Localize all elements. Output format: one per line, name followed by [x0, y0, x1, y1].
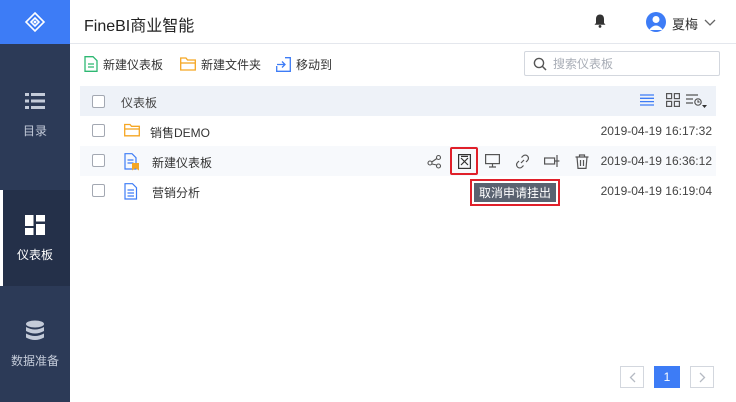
next-page-button[interactable] — [690, 366, 714, 388]
move-to-button[interactable]: 移动到 — [276, 56, 332, 72]
avatar[interactable] — [646, 12, 666, 32]
dashboard-pending-icon — [124, 153, 140, 174]
share-icon[interactable] — [426, 153, 442, 169]
move-to-label: 移动到 — [296, 57, 333, 72]
list-view-icon[interactable] — [640, 93, 654, 110]
tooltip: 取消申请挂出 — [470, 179, 560, 206]
sidebar-item-catalog[interactable]: 目录 — [0, 66, 70, 162]
grid-view-icon[interactable] — [666, 93, 680, 110]
dashboard-icon — [24, 214, 46, 236]
new-folder-label: 新建文件夹 — [201, 57, 262, 72]
user-icon — [649, 16, 663, 30]
move-icon — [276, 56, 291, 72]
column-header-name: 仪表板 — [121, 96, 158, 110]
sort-icon[interactable] — [686, 93, 708, 112]
row-time: 2019-04-19 16:17:32 — [600, 124, 712, 138]
logo[interactable] — [0, 0, 70, 44]
search-input[interactable] — [553, 55, 713, 72]
table-row[interactable]: 新建仪表板 2019-04-19 16:36:12 — [80, 146, 716, 176]
sidebar-item-label: 目录 — [22, 123, 47, 138]
new-dashboard-label: 新建仪表板 — [103, 57, 164, 72]
row-time: 2019-04-19 16:19:04 — [600, 184, 712, 198]
row-name[interactable]: 营销分析 — [152, 184, 200, 201]
sidebar-item-label: 数据准备 — [10, 353, 59, 368]
page-number-current[interactable]: 1 — [654, 366, 680, 388]
row-name[interactable]: 销售DEMO — [150, 124, 210, 141]
logo-icon — [24, 11, 46, 33]
folder-icon — [124, 123, 140, 140]
chevron-left-icon — [629, 372, 635, 382]
row-checkbox[interactable] — [92, 154, 105, 167]
sidebar-item-label: 仪表板 — [16, 247, 53, 262]
preview-icon[interactable] — [484, 153, 500, 169]
select-all-checkbox[interactable] — [92, 95, 105, 108]
delete-icon[interactable] — [574, 153, 590, 169]
user-name[interactable]: 夏梅 — [672, 14, 698, 33]
row-checkbox[interactable] — [92, 124, 105, 137]
top-header: FineBI商业智能 夏梅 — [70, 0, 736, 44]
table-header: 仪表板 — [80, 86, 716, 116]
new-dashboard-button[interactable]: 新建仪表板 — [84, 56, 163, 72]
row-checkbox[interactable] — [92, 184, 105, 197]
cancel-publish-icon[interactable] — [456, 153, 472, 169]
table-row[interactable]: 销售DEMO 2019-04-19 16:17:32 — [80, 116, 716, 146]
sidebar-item-dashboard[interactable]: 仪表板 — [0, 190, 70, 286]
main-panel: 新建仪表板 新建文件夹 移动到 仪表板 — [70, 44, 736, 402]
database-icon — [24, 320, 46, 342]
prev-page-button[interactable] — [620, 366, 644, 388]
tooltip-text: 取消申请挂出 — [474, 183, 556, 202]
new-dashboard-icon — [84, 56, 98, 72]
chevron-right-icon — [699, 372, 705, 382]
new-folder-button[interactable]: 新建文件夹 — [180, 56, 261, 72]
folder-icon — [180, 57, 196, 71]
search-icon — [533, 57, 547, 71]
sidebar: 目录 仪表板 数据准备 — [0, 0, 70, 402]
search-box — [524, 51, 720, 76]
bell-icon[interactable] — [594, 14, 608, 30]
row-name[interactable]: 新建仪表板 — [152, 154, 212, 171]
link-icon[interactable] — [514, 153, 530, 169]
list-icon — [24, 90, 46, 112]
sidebar-item-data-prep[interactable]: 数据准备 — [0, 296, 70, 392]
table-row[interactable]: 营销分析 2019-04-19 16:19:04 — [80, 176, 716, 206]
publish-icon[interactable] — [544, 153, 560, 169]
dashboard-icon — [124, 183, 138, 203]
app-title: FineBI商业智能 — [84, 18, 195, 35]
chevron-down-icon[interactable] — [704, 16, 716, 26]
row-time: 2019-04-19 16:36:12 — [600, 154, 712, 168]
